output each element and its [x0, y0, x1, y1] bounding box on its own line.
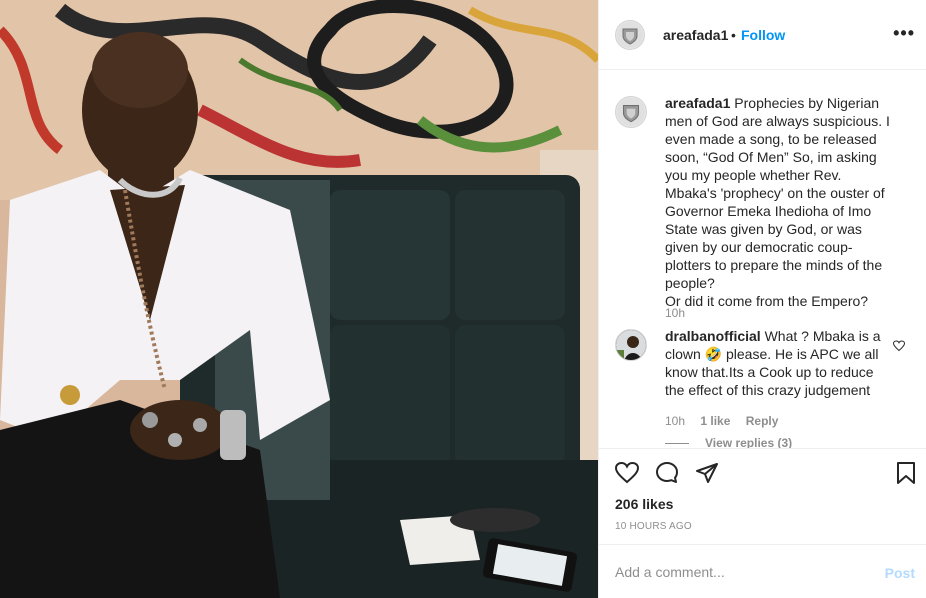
avatar-logo-icon [617, 22, 643, 48]
commenter-avatar[interactable] [615, 329, 647, 361]
caption-time[interactable]: 10h [665, 306, 685, 320]
view-replies-line [665, 443, 689, 445]
heart-icon[interactable] [614, 461, 640, 490]
author-avatar[interactable] [615, 20, 645, 50]
comment-text-block: dralbanofficial What ? Mbaka is a clown … [665, 327, 895, 399]
action-bar [599, 448, 926, 488]
view-replies-label: View replies (3) [705, 436, 793, 448]
paper-plane-icon[interactable] [695, 461, 719, 490]
add-comment-input[interactable] [615, 562, 865, 582]
caption-username[interactable]: areafada1 [665, 95, 730, 111]
profile-photo-icon [616, 330, 646, 360]
caption-meta: 10h [665, 306, 697, 320]
comment-username[interactable]: dralbanofficial [665, 328, 761, 344]
view-replies-button[interactable]: View replies (3) [665, 436, 792, 448]
comment-like-heart-icon[interactable] [892, 339, 906, 357]
add-comment-bar: Post [599, 544, 926, 598]
comment-meta: 10h 1 like Reply [665, 414, 790, 428]
comment-likes[interactable]: 1 like [700, 414, 730, 428]
caption-text-block: areafada1 Prophecies by Nigerian men of … [665, 94, 895, 310]
caption-avatar[interactable] [615, 96, 647, 128]
likes-count[interactable]: 206 likes [615, 496, 673, 512]
follow-button[interactable]: Follow [741, 27, 785, 43]
post-photo[interactable] [0, 0, 598, 598]
header-username[interactable]: areafada1 [663, 27, 728, 43]
comments-list[interactable]: areafada1 Prophecies by Nigerian men of … [599, 70, 926, 448]
comment-bubble-icon[interactable] [655, 461, 679, 490]
post-side-panel: areafada1 • Follow ••• areafada1 Prophec… [598, 0, 926, 598]
post-timestamp[interactable]: 10 HOURS AGO [615, 521, 692, 532]
bookmark-icon[interactable] [895, 461, 917, 490]
caption-body: Prophecies by Nigerian men of God are al… [665, 95, 890, 309]
comment-reply-button[interactable]: Reply [746, 414, 779, 428]
more-options-icon[interactable]: ••• [893, 24, 915, 42]
avatar-logo-icon [617, 98, 645, 126]
post-comment-button[interactable]: Post [885, 565, 915, 581]
comment-time[interactable]: 10h [665, 414, 685, 428]
post-header: areafada1 • Follow ••• [599, 0, 926, 70]
header-separator: • [731, 27, 736, 43]
photo-illustration [0, 0, 598, 598]
